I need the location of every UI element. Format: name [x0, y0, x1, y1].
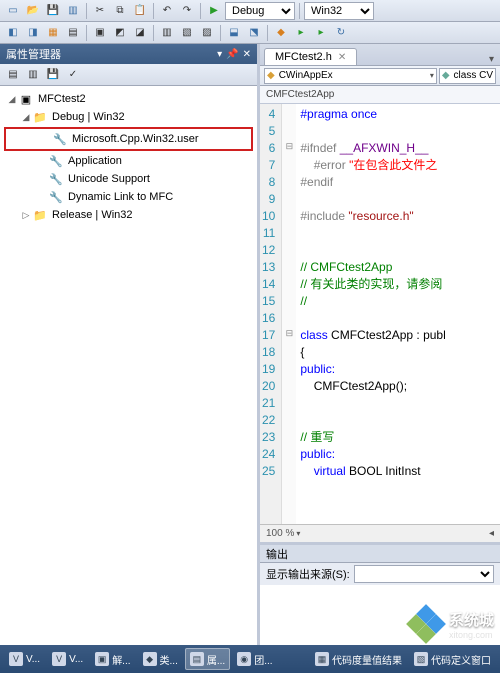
panel-title: 属性管理器 — [6, 46, 61, 62]
panel-toolbar: ▤ ▥ 💾 ✓ — [0, 64, 257, 86]
task-button-active[interactable]: ▤属... — [185, 648, 230, 670]
breadcrumb[interactable]: CMFCtest2App — [260, 86, 500, 104]
expand-icon[interactable]: ▷ — [20, 210, 32, 221]
tool-icon[interactable]: ⬔ — [245, 24, 263, 42]
platform-combo[interactable]: Win32 — [304, 2, 374, 20]
tool-icon[interactable]: ▨ — [198, 24, 216, 42]
property-tree[interactable]: ◢ ▣ MFCtest2 ◢ 📁 Debug | Win32 🔧 Microso… — [0, 86, 257, 645]
tool-icon[interactable]: ✓ — [64, 66, 82, 84]
tool-icon[interactable]: ◨ — [24, 24, 42, 42]
output-title: 输出 — [260, 545, 500, 563]
taskbar: VV... VV... ▣解... ◆类... ▤属... ◉团... ▦代码度… — [0, 645, 500, 673]
redo-icon[interactable]: ↷ — [178, 2, 196, 20]
copy-icon[interactable]: ⧉ — [111, 2, 129, 20]
tree-root[interactable]: ◢ ▣ MFCtest2 — [2, 90, 255, 108]
tool-icon[interactable]: ↻ — [332, 24, 350, 42]
editor-tab[interactable]: MFCtest2.h ✕ — [264, 48, 357, 65]
paste-icon[interactable]: 📋 — [131, 2, 149, 20]
task-button[interactable]: ◆类... — [138, 648, 183, 670]
tool-icon[interactable]: ▥ — [158, 24, 176, 42]
scope-combo[interactable]: ◆ CWinAppEx ▾ — [264, 68, 437, 84]
open-icon[interactable]: 📂 — [24, 2, 42, 20]
tool-icon[interactable]: ▸ — [312, 24, 330, 42]
new-icon[interactable]: ▭ — [4, 2, 22, 20]
tool-icon[interactable]: ▣ — [91, 24, 109, 42]
line-numbers: 45678910111213141516171819202122232425 — [260, 104, 282, 524]
tree-item[interactable]: 🔧 Unicode Support — [2, 170, 255, 188]
code-content[interactable]: #pragma once #ifndef __AFXWIN_H__ #error… — [296, 104, 449, 524]
saveall-icon[interactable]: ▥ — [64, 2, 82, 20]
tree-item[interactable]: 🔧 Dynamic Link to MFC — [2, 188, 255, 206]
task-button[interactable]: ◉团... — [232, 648, 277, 670]
tool-icon[interactable]: ◧ — [4, 24, 22, 42]
member-combo[interactable]: ◆ class CV — [439, 68, 496, 84]
tool-icon[interactable]: ▥ — [24, 66, 42, 84]
folder-icon: 📁 — [32, 208, 48, 222]
tool-icon[interactable]: ◪ — [131, 24, 149, 42]
scroll-left-icon[interactable]: ◂ — [489, 528, 494, 539]
wrench-icon: 🔧 — [52, 132, 68, 146]
highlighted-item: 🔧 Microsoft.Cpp.Win32.user — [4, 127, 253, 151]
task-button[interactable]: ▣解... — [90, 648, 135, 670]
output-panel: 输出 显示输出来源(S): — [260, 542, 500, 645]
property-manager-pane: 属性管理器 ▾ 📌 ✕ ▤ ▥ 💾 ✓ ◢ ▣ MFCtest2 ◢ 📁 Deb… — [0, 44, 260, 645]
tool-icon[interactable]: ▧ — [178, 24, 196, 42]
editor-pane: MFCtest2.h ✕ ▾ ◆ CWinAppEx ▾ ◆ class CV … — [260, 44, 500, 645]
project-icon: ▣ — [18, 92, 34, 106]
cut-icon[interactable]: ✂ — [91, 2, 109, 20]
panel-titlebar: 属性管理器 ▾ 📌 ✕ — [0, 44, 257, 64]
sub-toolbar: ◧ ◨ ▦ ▤ ▣ ◩ ◪ ▥ ▧ ▨ ⬓ ⬔ ◆ ▸ ▸ ↻ — [0, 22, 500, 44]
task-button[interactable]: ▧代码定义窗口 — [409, 648, 496, 670]
output-source-combo[interactable] — [354, 565, 494, 583]
task-button[interactable]: ▦代码度量值结果 — [310, 648, 407, 670]
tool-icon[interactable]: ▤ — [4, 66, 22, 84]
task-button[interactable]: VV... — [47, 648, 88, 670]
collapse-icon[interactable]: ◢ — [20, 112, 32, 123]
save-icon[interactable]: 💾 — [44, 2, 62, 20]
wrench-icon: 🔧 — [48, 190, 64, 204]
tool-icon[interactable]: ▸ — [292, 24, 310, 42]
config-combo[interactable]: Debug — [225, 2, 295, 20]
tool-icon[interactable]: ◆ — [272, 24, 290, 42]
tree-folder-release[interactable]: ▷ 📁 Release | Win32 — [2, 206, 255, 224]
close-icon[interactable]: ✕ — [338, 52, 346, 63]
wrench-icon: 🔧 — [48, 172, 64, 186]
folder-icon: 📁 — [32, 110, 48, 124]
tool-icon[interactable]: ◩ — [111, 24, 129, 42]
undo-icon[interactable]: ↶ — [158, 2, 176, 20]
tool-icon[interactable]: ⬓ — [225, 24, 243, 42]
wrench-icon: 🔧 — [48, 154, 64, 168]
tree-item[interactable]: 🔧 Application — [2, 152, 255, 170]
run-icon[interactable]: ▶ — [205, 2, 223, 20]
task-button[interactable]: VV... — [4, 648, 45, 670]
tree-item-user[interactable]: 🔧 Microsoft.Cpp.Win32.user — [6, 130, 251, 148]
zoom-bar: 100 %▾ ◂ — [260, 524, 500, 542]
tool-icon[interactable]: ▦ — [44, 24, 62, 42]
collapse-icon[interactable]: ◢ — [6, 94, 18, 105]
code-editor[interactable]: 45678910111213141516171819202122232425 ⊟… — [260, 104, 500, 524]
fold-column[interactable]: ⊟⊟ — [282, 104, 296, 524]
tool-icon[interactable]: 💾 — [44, 66, 62, 84]
dropdown-icon[interactable]: ▾ — [217, 49, 222, 60]
pin-icon[interactable]: 📌 — [226, 49, 238, 60]
close-icon[interactable]: ✕ — [243, 49, 251, 60]
dropdown-icon[interactable]: ▾ — [487, 54, 496, 65]
tool-icon[interactable]: ▤ — [64, 24, 82, 42]
editor-navbar: ◆ CWinAppEx ▾ ◆ class CV — [260, 66, 500, 86]
output-source-label: 显示输出来源(S): — [266, 566, 350, 582]
output-body[interactable] — [260, 585, 500, 645]
main-toolbar: ▭ 📂 💾 ▥ ✂ ⧉ 📋 ↶ ↷ ▶ Debug Win32 — [0, 0, 500, 22]
tree-folder-debug[interactable]: ◢ 📁 Debug | Win32 — [2, 108, 255, 126]
editor-tabs: MFCtest2.h ✕ ▾ — [260, 44, 500, 66]
